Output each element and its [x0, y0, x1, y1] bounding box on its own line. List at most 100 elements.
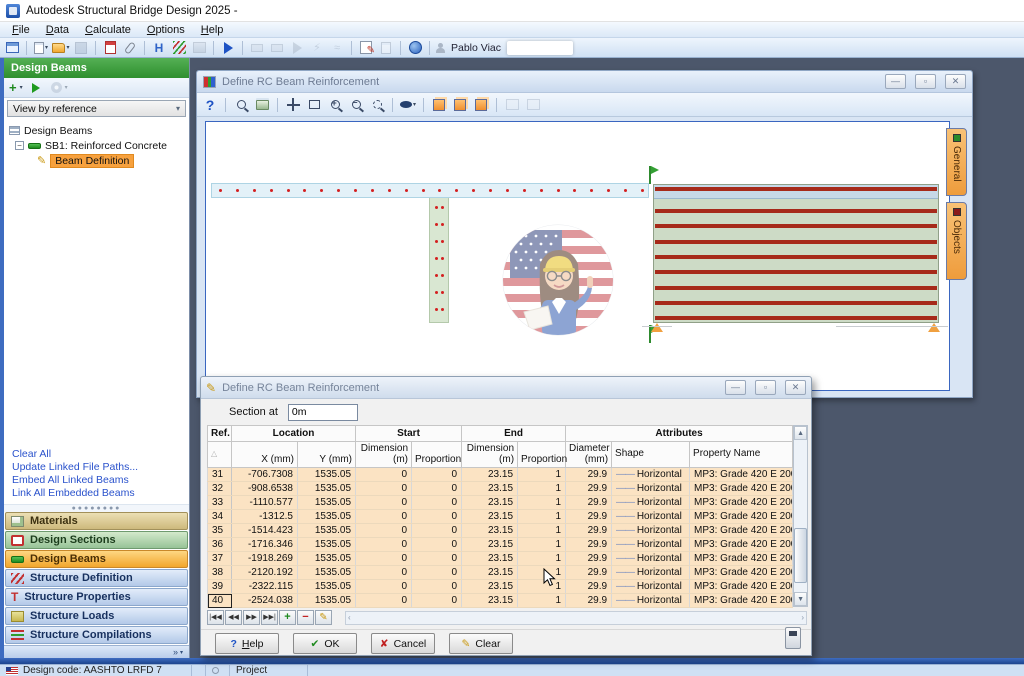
view-options-button[interactable]	[399, 97, 417, 113]
run-design-button[interactable]	[32, 83, 40, 93]
col-end-dimension[interactable]: Dimension (m)	[462, 442, 518, 468]
menu-data[interactable]: Data	[38, 22, 77, 38]
table-row[interactable]: 32-908.65381535.050023.15129.9—— Horizon…	[208, 482, 793, 496]
user-name[interactable]: Pablo Viac	[451, 42, 501, 54]
link-update-linked-paths[interactable]: Update Linked File Paths...	[12, 461, 189, 474]
reinforcement-button[interactable]	[170, 40, 188, 56]
panel-design-beams[interactable]: Design Beams	[5, 550, 188, 568]
col-start-proportion[interactable]: Proportion	[412, 442, 462, 468]
col-start-dimension[interactable]: Dimension (m)	[356, 442, 412, 468]
menu-help[interactable]: Help	[193, 22, 232, 38]
calculator-icon[interactable]	[785, 627, 801, 649]
tree-item-sb1[interactable]: − SB1: Reinforced Concrete	[9, 138, 189, 153]
menu-file[interactable]: File	[4, 22, 38, 38]
zoom-out-button[interactable]	[347, 97, 365, 113]
tree-item-design-beams[interactable]: Design Beams	[9, 123, 189, 138]
col-group-attributes[interactable]: Attributes	[566, 426, 793, 442]
dialog-minimize-button[interactable]: —	[725, 380, 746, 395]
menu-options[interactable]: Options	[139, 22, 193, 38]
col-group-start[interactable]: Start	[356, 426, 462, 442]
run-analysis-button[interactable]	[219, 40, 237, 56]
new-file-button[interactable]	[32, 40, 50, 56]
dialog-maximize-button[interactable]: ▫	[755, 380, 776, 395]
link-embed-all[interactable]: Embed All Linked Beams	[12, 474, 189, 487]
table-row[interactable]: 34-1312.51535.050023.15129.9—— Horizonta…	[208, 510, 793, 524]
reinforcement-window-titlebar[interactable]: Define RC Beam Reinforcement — ▫ ✕	[197, 71, 972, 93]
attachments-button[interactable]	[121, 40, 139, 56]
gear-icon[interactable]	[51, 82, 62, 93]
col-x[interactable]: X (mm)	[232, 442, 298, 468]
export-view-button[interactable]	[472, 97, 490, 113]
col-group-location[interactable]: Location	[232, 426, 356, 442]
calculator-button[interactable]	[101, 40, 119, 56]
add-beam-button[interactable]: +	[9, 80, 17, 95]
dialog-close-icon[interactable]: ✕	[785, 380, 806, 395]
sort-icon[interactable]: △	[211, 449, 217, 458]
save-button[interactable]	[72, 40, 90, 56]
help-button[interactable]: ?Help	[215, 633, 279, 654]
col-property-name[interactable]: Property Name	[690, 442, 793, 468]
previous-record-button[interactable]: ◀◀	[225, 610, 242, 625]
panel-design-sections[interactable]: Design Sections	[5, 531, 188, 549]
panel-structure-compilations[interactable]: Structure Compilations	[5, 626, 188, 644]
first-record-button[interactable]: |◀◀	[207, 610, 224, 625]
link-link-all[interactable]: Link All Embedded Beams	[12, 487, 189, 500]
scroll-up-icon[interactable]: ▲	[794, 426, 807, 440]
next-view-button[interactable]	[524, 97, 542, 113]
panel-overflow-button[interactable]: »▾	[4, 645, 189, 658]
beam-tool-1-button[interactable]	[248, 40, 266, 56]
zoom-in-button[interactable]	[326, 97, 344, 113]
table-row[interactable]: 31-706.73081535.050023.15129.9—— Horizon…	[208, 468, 793, 482]
online-help-button[interactable]	[406, 40, 424, 56]
panel-structure-properties[interactable]: TStructure Properties	[5, 588, 188, 606]
print-preview-button[interactable]	[232, 97, 250, 113]
tab-objects[interactable]: Objects	[946, 202, 967, 280]
last-record-button[interactable]: ▶▶|	[261, 610, 278, 625]
panel-structure-definition[interactable]: Structure Definition	[5, 569, 188, 587]
step-run-button[interactable]	[288, 40, 306, 56]
table-row[interactable]: 39-2322.1151535.050023.15129.9—— Horizon…	[208, 580, 793, 594]
tree-item-beam-definition[interactable]: ✎ Beam Definition	[9, 153, 189, 168]
col-group-ref[interactable]: Ref.	[208, 426, 232, 442]
user-account-icon[interactable]	[435, 43, 445, 53]
panel-structure-loads[interactable]: Structure Loads	[5, 607, 188, 625]
minimize-button[interactable]: —	[885, 74, 906, 89]
panel-materials[interactable]: Materials	[5, 512, 188, 530]
col-group-end[interactable]: End	[462, 426, 566, 442]
table-row[interactable]: 35-1514.4231535.050023.15129.9—— Horizon…	[208, 524, 793, 538]
report-edit-button[interactable]	[357, 40, 375, 56]
edit-record-button[interactable]: ✎	[315, 610, 332, 625]
zoom-extents-button[interactable]	[368, 97, 386, 113]
print-button[interactable]	[253, 97, 271, 113]
panel-splitter[interactable]: ●●●●●●●●	[4, 504, 189, 512]
cancel-button[interactable]: ✘Cancel	[371, 633, 435, 654]
close-icon[interactable]: ✕	[945, 74, 966, 89]
table-horizontal-scrollbar[interactable]: ‹›	[345, 611, 807, 625]
remove-record-button[interactable]: −	[297, 610, 314, 625]
project-status[interactable]: Project	[230, 665, 308, 676]
collapse-icon[interactable]: −	[15, 141, 24, 150]
link-clear-all[interactable]: Clear All	[12, 448, 189, 461]
clear-button[interactable]: ✎Clear	[449, 633, 513, 654]
results-chart-button[interactable]	[190, 40, 208, 56]
table-row[interactable]: 36-1716.3461535.050023.15129.9—— Horizon…	[208, 538, 793, 552]
dialog-titlebar[interactable]: ✎ Define RC Beam Reinforcement — ▫ ✕	[201, 377, 811, 399]
help-icon[interactable]: ?	[201, 97, 219, 113]
sections-button[interactable]: H	[150, 40, 168, 56]
ok-button[interactable]: ✔OK	[293, 633, 357, 654]
copy-view-button[interactable]	[430, 97, 448, 113]
tab-general[interactable]: General	[946, 128, 967, 196]
workspace-icon[interactable]	[3, 40, 21, 56]
col-diameter[interactable]: Diameter (mm)	[566, 442, 612, 468]
compare-button[interactable]: ≈	[328, 40, 346, 56]
report-view-button[interactable]	[377, 40, 395, 56]
col-y[interactable]: Y (mm)	[298, 442, 356, 468]
table-row[interactable]: 33-1110.5771535.050023.15129.9—— Horizon…	[208, 496, 793, 510]
next-record-button[interactable]: ▶▶	[243, 610, 260, 625]
table-row[interactable]: 40-2524.0381535.050023.15129.9—— Horizon…	[208, 594, 793, 608]
zoom-window-button[interactable]	[305, 97, 323, 113]
add-record-button[interactable]: +	[279, 610, 296, 625]
scroll-down-icon[interactable]: ▼	[794, 592, 807, 606]
col-end-proportion[interactable]: Proportion	[518, 442, 566, 468]
section-at-input[interactable]	[288, 404, 358, 421]
